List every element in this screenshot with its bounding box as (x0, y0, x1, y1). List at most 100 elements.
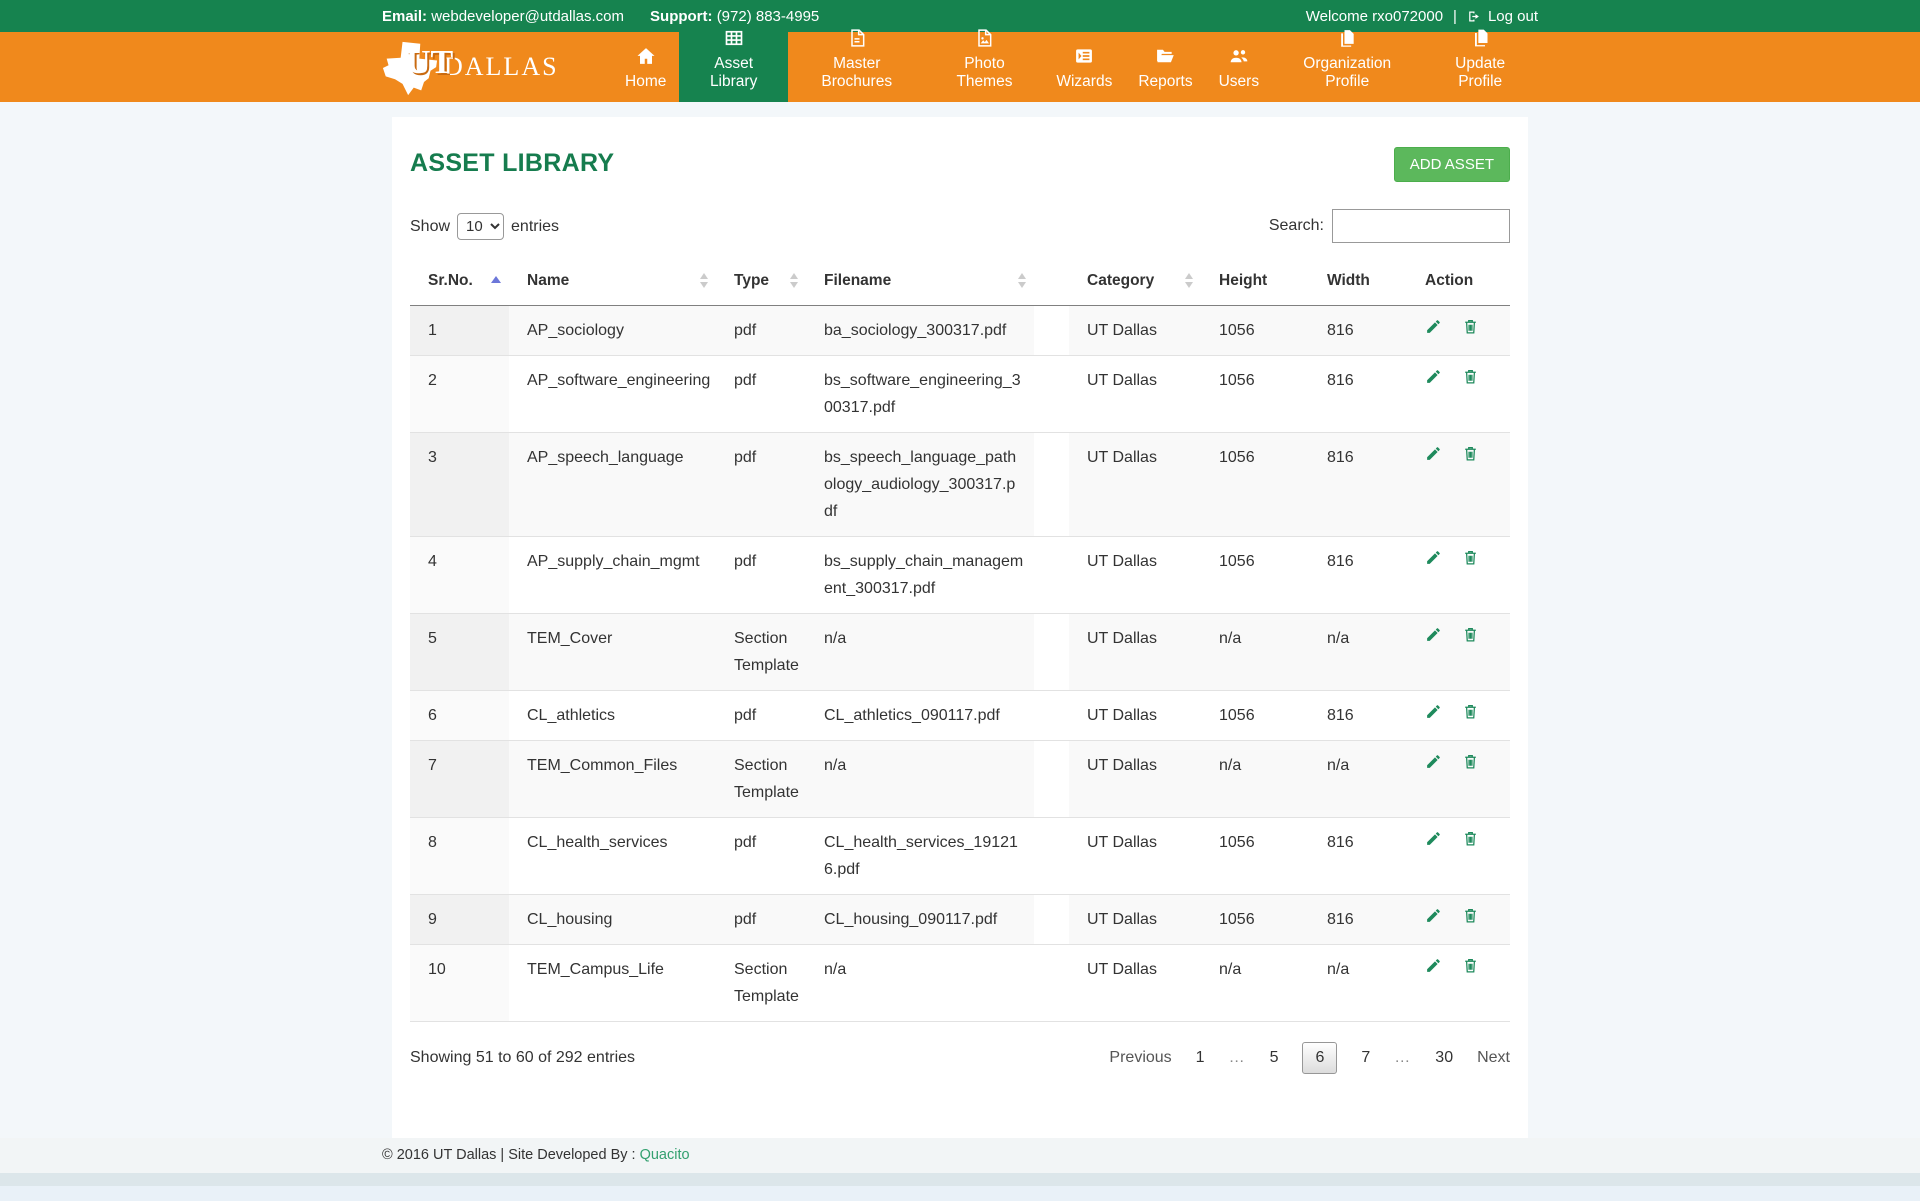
nav-item-label: Asset Library (692, 55, 775, 91)
column-header[interactable]: Height (1201, 257, 1309, 306)
width-cell: 816 (1309, 895, 1407, 945)
pages-icon (1337, 28, 1357, 48)
page-length-control: Show10entries (410, 213, 559, 240)
nav-item-label: Photo Themes (939, 55, 1031, 91)
edit-button[interactable] (1425, 703, 1442, 720)
developer-link[interactable]: Quacito (640, 1147, 690, 1163)
add-asset-button[interactable]: ADD ASSET (1394, 147, 1510, 182)
pencil-icon (1425, 830, 1442, 847)
logo-dallas-text: DALLAS (444, 52, 559, 82)
edit-button[interactable] (1425, 626, 1442, 643)
category-cell: UT Dallas (1069, 691, 1201, 741)
previous-button[interactable]: Previous (1109, 1049, 1171, 1067)
delete-button[interactable] (1462, 549, 1479, 566)
srno-cell: 7 (410, 741, 509, 818)
page-number[interactable]: 7 (1361, 1049, 1370, 1067)
nav-item[interactable]: Photo Themes (926, 32, 1044, 102)
delete-button[interactable] (1462, 626, 1479, 643)
action-cell (1407, 356, 1510, 433)
delete-button[interactable] (1462, 753, 1479, 770)
srno-cell: 10 (410, 945, 509, 1022)
nav-item[interactable]: Users (1206, 32, 1272, 102)
action-cell (1407, 691, 1510, 741)
nav-item[interactable]: Reports (1125, 32, 1205, 102)
top-utility-bar: Email: webdeveloper@utdallas.com Support:… (0, 0, 1920, 32)
logout-link[interactable]: Log out (1467, 8, 1538, 25)
delete-button[interactable] (1462, 703, 1479, 720)
utdallas-logo[interactable]: UT DALLAS (382, 32, 612, 102)
type-cell: Section Template (716, 945, 806, 1022)
pagination: Previous 1 … 5 6 7 … 30 Next (1109, 1042, 1510, 1074)
table-icon (724, 28, 744, 48)
column-header[interactable]: Name (509, 257, 716, 306)
page-title: ASSET LIBRARY (410, 147, 614, 178)
delete-button[interactable] (1462, 318, 1479, 335)
pencil-icon (1425, 703, 1442, 720)
nav-item[interactable]: Master Brochures (788, 32, 926, 102)
delete-button[interactable] (1462, 957, 1479, 974)
table-row: 2 AP_software_engineering pdf bs_softwar… (410, 356, 1510, 433)
search-input[interactable] (1332, 209, 1510, 243)
column-header[interactable] (1034, 257, 1069, 306)
email-info: Email: webdeveloper@utdallas.com (382, 8, 624, 25)
width-cell: 816 (1309, 537, 1407, 614)
next-button[interactable]: Next (1477, 1049, 1510, 1067)
trash-icon (1462, 753, 1479, 770)
filename-cell: bs_software_engineering_300317.pdf (806, 356, 1034, 433)
trash-icon (1462, 445, 1479, 462)
nav-item[interactable]: Asset Library (679, 32, 788, 102)
edit-button[interactable] (1425, 445, 1442, 462)
delete-button[interactable] (1462, 445, 1479, 462)
page-length-select[interactable]: 10 (457, 213, 504, 240)
support-info: Support: (972) 883-4995 (650, 8, 819, 25)
nav-item[interactable]: Wizards (1043, 32, 1125, 102)
filename-cell: n/a (806, 945, 1034, 1022)
type-cell: Section Template (716, 741, 806, 818)
copy-icon (1470, 28, 1490, 48)
type-cell: pdf (716, 818, 806, 895)
delete-button[interactable] (1462, 907, 1479, 924)
column-header[interactable]: Type (716, 257, 806, 306)
srno-cell: 4 (410, 537, 509, 614)
delete-button[interactable] (1462, 368, 1479, 385)
folder-open-icon (1155, 46, 1175, 66)
category-cell: UT Dallas (1069, 537, 1201, 614)
trash-icon (1462, 368, 1479, 385)
name-cell: TEM_Common_Files (509, 741, 716, 818)
name-cell: CL_athletics (509, 691, 716, 741)
type-cell: pdf (716, 895, 806, 945)
edit-button[interactable] (1425, 753, 1442, 770)
trash-icon (1462, 703, 1479, 720)
edit-button[interactable] (1425, 830, 1442, 847)
nav-item[interactable]: Organization Profile (1272, 32, 1422, 102)
width-cell: 816 (1309, 356, 1407, 433)
delete-button[interactable] (1462, 830, 1479, 847)
column-header[interactable]: Filename (806, 257, 1034, 306)
pencil-icon (1425, 318, 1442, 335)
contact-info: Email: webdeveloper@utdallas.com Support:… (382, 8, 845, 25)
empty-cell (1034, 537, 1069, 614)
nav-item[interactable]: Home (612, 32, 679, 102)
pencil-icon (1425, 753, 1442, 770)
page-number[interactable]: 5 (1270, 1049, 1279, 1067)
pencil-icon (1425, 368, 1442, 385)
column-header[interactable]: Sr.No. (410, 257, 509, 306)
name-cell: AP_software_engineering (509, 356, 716, 433)
column-header[interactable]: Width (1309, 257, 1407, 306)
name-cell: AP_speech_language (509, 433, 716, 537)
column-header[interactable]: Category (1069, 257, 1201, 306)
nav-item[interactable]: Update Profile (1422, 32, 1538, 102)
edit-button[interactable] (1425, 907, 1442, 924)
edit-button[interactable] (1425, 368, 1442, 385)
category-cell: UT Dallas (1069, 356, 1201, 433)
pencil-icon (1425, 907, 1442, 924)
column-header[interactable]: Action (1407, 257, 1510, 306)
edit-button[interactable] (1425, 957, 1442, 974)
page-number[interactable]: 6 (1302, 1042, 1337, 1074)
action-cell (1407, 818, 1510, 895)
page-number[interactable]: 30 (1435, 1049, 1453, 1067)
edit-button[interactable] (1425, 549, 1442, 566)
page-number[interactable]: 1 (1196, 1049, 1205, 1067)
name-cell: TEM_Cover (509, 614, 716, 691)
edit-button[interactable] (1425, 318, 1442, 335)
